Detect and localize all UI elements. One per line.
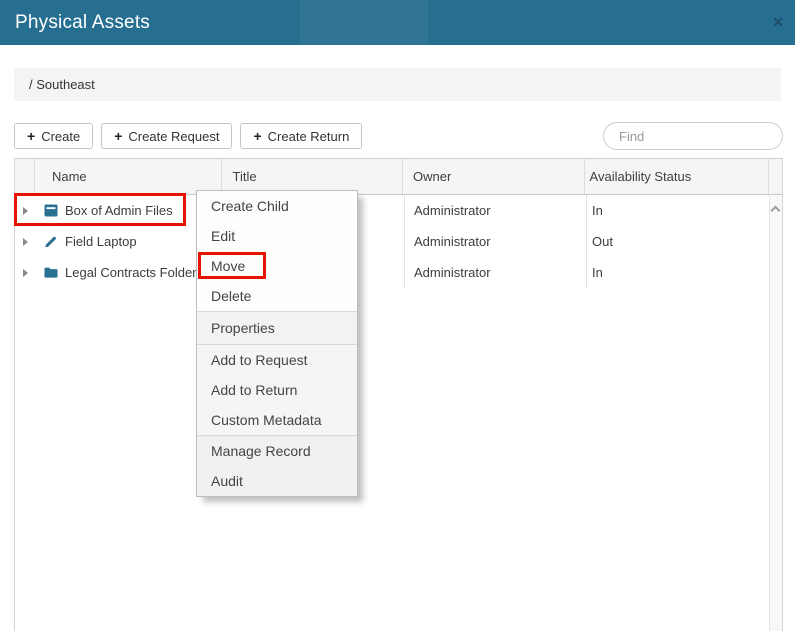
table-row[interactable]: Box of Admin Files Administrator In: [15, 195, 771, 226]
expand-arrow-icon[interactable]: [23, 269, 28, 277]
column-header-owner[interactable]: Owner: [403, 159, 585, 194]
context-menu-group: Create Child Edit Move Delete: [197, 191, 357, 311]
asset-name: Box of Admin Files: [65, 203, 173, 218]
find-wrapper: [603, 122, 783, 150]
menu-item-create-child[interactable]: Create Child: [197, 191, 357, 221]
menu-item-add-to-return[interactable]: Add to Return: [197, 375, 357, 405]
column-divider: [586, 195, 587, 289]
vertical-scrollbar[interactable]: [769, 195, 782, 631]
create-request-button-label: Create Request: [128, 129, 219, 144]
create-return-button-label: Create Return: [268, 129, 350, 144]
menu-item-audit[interactable]: Audit: [197, 466, 357, 496]
column-header-name[interactable]: Name: [35, 159, 223, 194]
expand-arrow-icon[interactable]: [23, 238, 28, 246]
menu-item-move[interactable]: Move: [197, 251, 357, 281]
table-body: Box of Admin Files Administrator In Fiel…: [15, 195, 782, 288]
breadcrumb-path[interactable]: / Southeast: [29, 77, 95, 92]
create-button[interactable]: + Create: [14, 123, 93, 149]
breadcrumb: / Southeast: [14, 68, 781, 101]
plus-icon: +: [253, 128, 261, 144]
column-header-title[interactable]: Title: [222, 159, 403, 194]
asset-availability: In: [586, 265, 771, 280]
asset-availability: In: [586, 203, 771, 218]
asset-availability: Out: [586, 234, 771, 249]
assets-table: Name Title Owner Availability Status Box…: [14, 158, 783, 631]
table-header-row: Name Title Owner Availability Status: [15, 159, 782, 195]
asset-name: Field Laptop: [65, 234, 137, 249]
toolbar: + Create + Create Request + Create Retur…: [14, 122, 783, 150]
table-row[interactable]: Legal Contracts Folder Administrator In: [15, 257, 771, 288]
pencil-icon: [44, 235, 58, 248]
context-menu-group: Properties: [197, 311, 357, 344]
titlebar-highlight: [300, 0, 428, 45]
context-menu-group: Manage Record Audit: [197, 435, 357, 496]
close-icon[interactable]: ✕: [772, 0, 784, 45]
menu-item-manage-record[interactable]: Manage Record: [197, 436, 357, 466]
menu-item-add-to-request[interactable]: Add to Request: [197, 345, 357, 375]
scroll-corner-cell: [769, 159, 782, 194]
create-button-label: Create: [41, 129, 80, 144]
asset-owner: Administrator: [404, 203, 586, 218]
context-menu: Create Child Edit Move Delete Properties…: [196, 190, 358, 497]
plus-icon: +: [27, 128, 35, 144]
table-row[interactable]: Field Laptop Administrator Out: [15, 226, 771, 257]
expand-arrow-icon[interactable]: [23, 207, 28, 215]
asset-name: Legal Contracts Folder: [65, 265, 197, 280]
asset-owner: Administrator: [404, 234, 586, 249]
menu-item-properties[interactable]: Properties: [197, 312, 357, 344]
column-header-availability-status[interactable]: Availability Status: [585, 159, 770, 194]
context-menu-group: Add to Request Add to Return Custom Meta…: [197, 344, 357, 435]
expander-column-header: [15, 159, 35, 194]
menu-item-custom-metadata[interactable]: Custom Metadata: [197, 405, 357, 435]
create-request-button[interactable]: + Create Request: [101, 123, 232, 149]
modal-titlebar: Physical Assets ✕: [0, 0, 795, 45]
column-divider: [404, 195, 405, 289]
create-return-button[interactable]: + Create Return: [240, 123, 362, 149]
menu-item-delete[interactable]: Delete: [197, 281, 357, 311]
asset-owner: Administrator: [404, 265, 586, 280]
folder-icon: [44, 266, 58, 279]
scroll-up-icon[interactable]: [771, 206, 781, 216]
plus-icon: +: [114, 128, 122, 144]
archive-box-icon: [44, 204, 58, 217]
find-input[interactable]: [603, 122, 783, 150]
menu-item-edit[interactable]: Edit: [197, 221, 357, 251]
modal-title: Physical Assets: [0, 12, 150, 34]
